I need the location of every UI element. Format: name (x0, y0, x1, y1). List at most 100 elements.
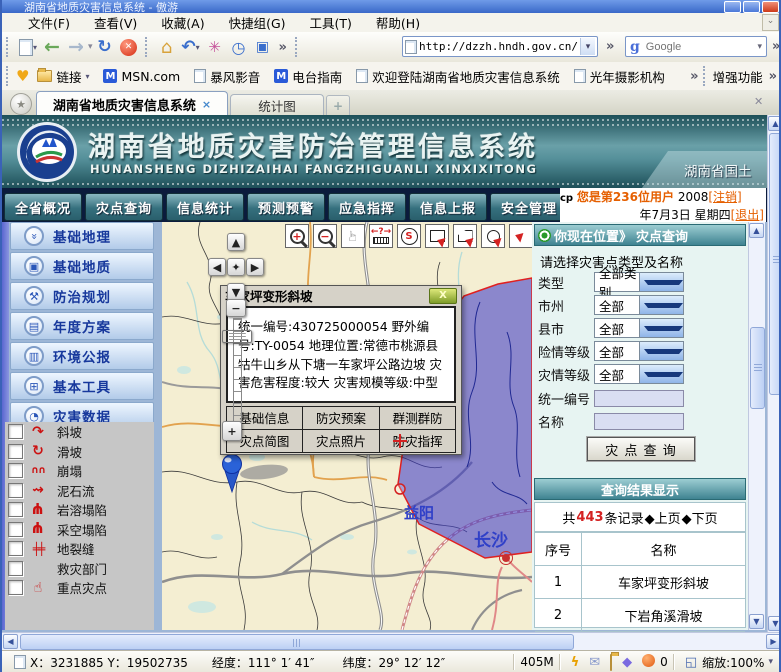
menu-help[interactable]: 帮助(H) (364, 11, 432, 34)
pan-up-button[interactable]: ▲ (227, 233, 245, 251)
popup-tab-group-monitoring[interactable]: 群测群防 (379, 406, 457, 430)
rect-select-tool[interactable] (425, 224, 449, 248)
panel-scrollbar[interactable]: ▲ ▼ (748, 222, 765, 630)
tab-main[interactable]: 湖南省地质灾害信息系统 × (36, 91, 228, 116)
layer-checkbox[interactable] (8, 580, 23, 595)
search-dropdown-icon[interactable]: ▾ (757, 42, 762, 52)
search-box[interactable]: g ▾ (625, 36, 767, 57)
layer-checkbox[interactable] (8, 522, 23, 537)
zoom-in-tool[interactable]: + (285, 224, 309, 248)
popup-close-button[interactable]: X (429, 288, 457, 304)
zoom-slider-plus-button[interactable]: + (222, 421, 242, 441)
folder-new-icon[interactable] (610, 655, 612, 670)
links-folder[interactable]: 链接▾ (37, 67, 89, 86)
measure-tool[interactable]: ←?→ (369, 224, 393, 248)
collapse-chevron-icon[interactable]: ⌄ (762, 14, 779, 31)
page-scroll-thumb[interactable] (769, 133, 781, 395)
tab-star-icon[interactable]: ★ (10, 93, 32, 115)
panel-scroll-down-icon[interactable]: ▼ (749, 614, 764, 629)
tabbar-close-icon[interactable]: ✕ (754, 95, 763, 108)
zoom-slider-minus-button[interactable]: − (226, 299, 246, 317)
stop-button[interactable]: ✕ (117, 35, 141, 59)
popup-tab-site-photo[interactable]: 灾点照片 (302, 429, 380, 453)
menu-file[interactable]: 文件(F) (16, 11, 82, 34)
nav-security[interactable]: 安全管理 (490, 193, 568, 221)
nav-statistics[interactable]: 信息统计 (166, 193, 244, 221)
nav-forecast[interactable]: 预测预警 (247, 193, 325, 221)
layer-checkbox[interactable] (8, 483, 23, 498)
legend-row-mining-subsidence[interactable]: ψ采空塌陷 (5, 520, 154, 540)
nav-report[interactable]: 信息上报 (409, 193, 487, 221)
next-page-link[interactable]: ◆下页 (682, 508, 718, 527)
refresh-button[interactable]: ↻ (93, 35, 117, 59)
url-input[interactable] (417, 39, 580, 54)
maximize-button[interactable] (743, 1, 760, 13)
history-clock-icon[interactable]: ◷ (227, 35, 251, 59)
layer-checkbox[interactable] (8, 424, 23, 439)
nav-overview[interactable]: 全省概况 (4, 193, 82, 221)
address-bar[interactable]: ▾ (402, 36, 598, 57)
circle-select-tool[interactable] (481, 224, 505, 248)
legend-row-collapse[interactable]: ∩∩崩塌 (5, 461, 154, 481)
pan-center-button[interactable]: ✦ (227, 258, 245, 276)
lightning-icon[interactable]: ϟ (571, 655, 580, 670)
menu-groups[interactable]: 快捷组(G) (217, 11, 298, 34)
counter-badge-icon[interactable] (642, 654, 655, 671)
layer-checkbox[interactable] (8, 541, 23, 556)
addons-chevron[interactable]: » (769, 69, 777, 84)
menu-view[interactable]: 查看(V) (82, 11, 149, 34)
scroll-right-icon[interactable]: ▶ (766, 634, 781, 649)
undo-button[interactable]: ↶▾ (179, 35, 203, 59)
exit-link[interactable]: [退出] (731, 208, 764, 222)
legend-row-debris-flow[interactable]: ⇝泥石流 (5, 481, 154, 501)
toolbar-overflow-chevron[interactable]: » (279, 40, 287, 55)
name-input[interactable] (594, 413, 684, 430)
select-arrow-icon[interactable] (639, 273, 684, 291)
disaster-query-button[interactable]: 灾 点 查 询 (587, 437, 695, 461)
pan-tool[interactable]: ☞ (341, 224, 365, 248)
risk-level-select[interactable]: 全部 (594, 341, 684, 361)
zoom-level-label[interactable]: 缩放:100% (702, 654, 764, 671)
page-scroll-up-icon[interactable]: ▲ (768, 116, 781, 131)
home-button[interactable]: ⌂ (155, 35, 179, 59)
table-row[interactable]: 2 下岩角溪滑坡 (535, 599, 745, 632)
mail-icon[interactable]: ✉ (589, 655, 600, 670)
bookmark-hunan-gis[interactable]: 欢迎登陆湖南省地质灾害信息系统 (356, 67, 560, 86)
legend-row-slope[interactable]: ↷斜坡 (5, 422, 154, 442)
scroll-left-icon[interactable]: ◀ (3, 634, 18, 649)
close-button[interactable] (762, 1, 779, 13)
bookmarks-overflow-chevron[interactable]: » (690, 69, 698, 84)
addons-label[interactable]: 增强功能 (713, 67, 763, 86)
nav-emergency[interactable]: 应急指挥 (328, 193, 406, 221)
addressbar-chevron[interactable]: » (606, 39, 614, 54)
select-arrow-icon[interactable] (639, 296, 684, 314)
favorites-heart-icon[interactable]: ♥ (16, 67, 29, 85)
legend-row-rescue-dept[interactable]: 救灾部门 (5, 559, 154, 579)
select-arrow-icon[interactable] (639, 365, 684, 383)
menu-favorites[interactable]: 收藏(A) (149, 11, 216, 34)
nav-disaster-query[interactable]: 灾点查询 (85, 193, 163, 221)
sidebar-item-annual-plan[interactable]: ▤年度方案 (10, 312, 154, 340)
url-dropdown-icon[interactable]: ▾ (580, 38, 595, 55)
search-input[interactable] (644, 40, 758, 54)
layer-checkbox[interactable] (8, 444, 23, 459)
bookmark-photo[interactable]: 光年摄影机构 (574, 67, 665, 86)
legend-row-key-sites[interactable]: ☝重点灾点 (5, 578, 154, 598)
sidebar-item-prevention-plan[interactable]: ⚒防治规划 (10, 282, 154, 310)
zoom-out-tool[interactable]: − (313, 224, 337, 248)
resize-icon[interactable]: ◱ (685, 655, 697, 670)
prev-page-link[interactable]: ◆上页 (645, 508, 681, 527)
bookmark-storm[interactable]: 暴风影音 (194, 67, 260, 86)
prefecture-select[interactable]: 全部 (594, 295, 684, 315)
uid-input[interactable] (594, 390, 684, 407)
damage-level-select[interactable]: 全部 (594, 364, 684, 384)
county-select[interactable]: 全部 (594, 318, 684, 338)
tab-chart[interactable]: 统计图 (230, 94, 324, 116)
panel-scroll-up-icon[interactable]: ▲ (749, 223, 764, 238)
toolbar-grip[interactable] (6, 37, 12, 57)
polygon-select-tool[interactable] (453, 224, 477, 248)
sidebar-item-env-bulletin[interactable]: ▥环境公报 (10, 342, 154, 370)
page-scrollbar[interactable]: ▲ ▼ (767, 115, 781, 632)
point-select-tool[interactable] (509, 224, 532, 248)
horizontal-scroll-thumb[interactable] (20, 634, 574, 650)
